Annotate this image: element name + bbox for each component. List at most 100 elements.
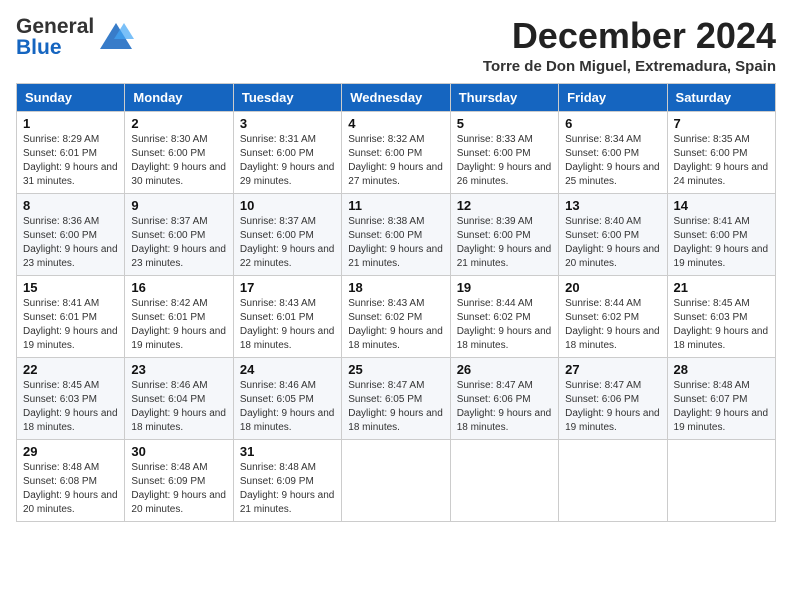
calendar-cell: 31 Sunrise: 8:48 AM Sunset: 6:09 PM Dayli… bbox=[233, 439, 341, 521]
day-number: 13 bbox=[565, 198, 660, 213]
week-row-1: 1Sunrise: 8:29 AM Sunset: 6:01 PM Daylig… bbox=[17, 111, 776, 193]
cell-info: Sunrise: 8:48 AM Sunset: 6:09 PM Dayligh… bbox=[240, 461, 335, 517]
day-number: 11 bbox=[348, 198, 443, 213]
calendar-cell: 21 Sunrise: 8:45 AM Sunset: 6:03 PM Dayli… bbox=[667, 275, 775, 357]
day-number: 18 bbox=[348, 280, 443, 295]
day-number: 30 bbox=[131, 444, 226, 459]
day-number: 17 bbox=[240, 280, 335, 295]
day-number: 23 bbox=[131, 362, 226, 377]
day-number: 9 bbox=[131, 198, 226, 213]
calendar-cell: 15 Sunrise: 8:41 AM Sunset: 6:01 PM Dayli… bbox=[17, 275, 125, 357]
day-number: 25 bbox=[348, 362, 443, 377]
day-number: 6 bbox=[565, 116, 660, 131]
cell-info: Sunrise: 8:46 AM Sunset: 6:04 PM Dayligh… bbox=[131, 379, 226, 435]
cell-info: Sunrise: 8:41 AM Sunset: 6:01 PM Dayligh… bbox=[23, 297, 118, 353]
day-number: 22 bbox=[23, 362, 118, 377]
day-number: 26 bbox=[457, 362, 552, 377]
day-number: 2 bbox=[131, 116, 226, 131]
calendar-cell: 4 Sunrise: 8:32 AM Sunset: 6:00 PM Daylig… bbox=[342, 111, 450, 193]
cell-info: Sunrise: 8:41 AM Sunset: 6:00 PM Dayligh… bbox=[674, 215, 769, 271]
calendar-cell: 8Sunrise: 8:36 AM Sunset: 6:00 PM Daylig… bbox=[17, 193, 125, 275]
cell-info: Sunrise: 8:37 AM Sunset: 6:00 PM Dayligh… bbox=[240, 215, 335, 271]
cell-info: Sunrise: 8:44 AM Sunset: 6:02 PM Dayligh… bbox=[457, 297, 552, 353]
calendar-cell: 5 Sunrise: 8:33 AM Sunset: 6:00 PM Daylig… bbox=[450, 111, 558, 193]
day-number: 28 bbox=[674, 362, 769, 377]
day-number: 10 bbox=[240, 198, 335, 213]
calendar-cell: 3 Sunrise: 8:31 AM Sunset: 6:00 PM Daylig… bbox=[233, 111, 341, 193]
cell-info: Sunrise: 8:45 AM Sunset: 6:03 PM Dayligh… bbox=[674, 297, 769, 353]
logo-icon bbox=[98, 19, 134, 55]
month-title: December 2024 bbox=[483, 16, 776, 56]
cell-info: Sunrise: 8:48 AM Sunset: 6:08 PM Dayligh… bbox=[23, 461, 118, 517]
day-number: 31 bbox=[240, 444, 335, 459]
calendar-cell: 1Sunrise: 8:29 AM Sunset: 6:01 PM Daylig… bbox=[17, 111, 125, 193]
day-number: 20 bbox=[565, 280, 660, 295]
calendar-cell: 29 Sunrise: 8:48 AM Sunset: 6:08 PM Dayli… bbox=[17, 439, 125, 521]
weekday-header-row: SundayMondayTuesdayWednesdayThursdayFrid… bbox=[17, 83, 776, 111]
calendar-cell: 25 Sunrise: 8:47 AM Sunset: 6:05 PM Dayli… bbox=[342, 357, 450, 439]
cell-info: Sunrise: 8:40 AM Sunset: 6:00 PM Dayligh… bbox=[565, 215, 660, 271]
cell-info: Sunrise: 8:47 AM Sunset: 6:05 PM Dayligh… bbox=[348, 379, 443, 435]
day-number: 29 bbox=[23, 444, 118, 459]
day-number: 4 bbox=[348, 116, 443, 131]
cell-info: Sunrise: 8:38 AM Sunset: 6:00 PM Dayligh… bbox=[348, 215, 443, 271]
calendar-cell: 23 Sunrise: 8:46 AM Sunset: 6:04 PM Dayli… bbox=[125, 357, 233, 439]
day-number: 5 bbox=[457, 116, 552, 131]
day-number: 21 bbox=[674, 280, 769, 295]
cell-info: Sunrise: 8:33 AM Sunset: 6:00 PM Dayligh… bbox=[457, 133, 552, 189]
weekday-header-sunday: Sunday bbox=[17, 83, 125, 111]
calendar-cell bbox=[342, 439, 450, 521]
weekday-header-monday: Monday bbox=[125, 83, 233, 111]
cell-info: Sunrise: 8:31 AM Sunset: 6:00 PM Dayligh… bbox=[240, 133, 335, 189]
calendar-cell bbox=[667, 439, 775, 521]
calendar-cell: 30 Sunrise: 8:48 AM Sunset: 6:09 PM Dayli… bbox=[125, 439, 233, 521]
cell-info: Sunrise: 8:47 AM Sunset: 6:06 PM Dayligh… bbox=[457, 379, 552, 435]
calendar-cell: 11 Sunrise: 8:38 AM Sunset: 6:00 PM Dayli… bbox=[342, 193, 450, 275]
cell-info: Sunrise: 8:34 AM Sunset: 6:00 PM Dayligh… bbox=[565, 133, 660, 189]
calendar-cell: 14Sunrise: 8:41 AM Sunset: 6:00 PM Dayli… bbox=[667, 193, 775, 275]
weekday-header-thursday: Thursday bbox=[450, 83, 558, 111]
cell-info: Sunrise: 8:45 AM Sunset: 6:03 PM Dayligh… bbox=[23, 379, 118, 435]
cell-info: Sunrise: 8:30 AM Sunset: 6:00 PM Dayligh… bbox=[131, 133, 226, 189]
calendar-cell: 27Sunrise: 8:47 AM Sunset: 6:06 PM Dayli… bbox=[559, 357, 667, 439]
calendar-cell: 28Sunrise: 8:48 AM Sunset: 6:07 PM Dayli… bbox=[667, 357, 775, 439]
calendar-cell: 6 Sunrise: 8:34 AM Sunset: 6:00 PM Daylig… bbox=[559, 111, 667, 193]
weekday-header-wednesday: Wednesday bbox=[342, 83, 450, 111]
calendar-cell: 17Sunrise: 8:43 AM Sunset: 6:01 PM Dayli… bbox=[233, 275, 341, 357]
logo-general: General bbox=[16, 15, 94, 38]
cell-info: Sunrise: 8:46 AM Sunset: 6:05 PM Dayligh… bbox=[240, 379, 335, 435]
cell-info: Sunrise: 8:44 AM Sunset: 6:02 PM Dayligh… bbox=[565, 297, 660, 353]
cell-info: Sunrise: 8:48 AM Sunset: 6:09 PM Dayligh… bbox=[131, 461, 226, 517]
day-number: 27 bbox=[565, 362, 660, 377]
cell-info: Sunrise: 8:43 AM Sunset: 6:02 PM Dayligh… bbox=[348, 297, 443, 353]
calendar-cell: 22 Sunrise: 8:45 AM Sunset: 6:03 PM Dayli… bbox=[17, 357, 125, 439]
cell-info: Sunrise: 8:36 AM Sunset: 6:00 PM Dayligh… bbox=[23, 215, 118, 271]
day-number: 15 bbox=[23, 280, 118, 295]
calendar-cell bbox=[450, 439, 558, 521]
logo-blue: Blue bbox=[16, 36, 62, 59]
cell-info: Sunrise: 8:39 AM Sunset: 6:00 PM Dayligh… bbox=[457, 215, 552, 271]
week-row-3: 15 Sunrise: 8:41 AM Sunset: 6:01 PM Dayli… bbox=[17, 275, 776, 357]
calendar-cell: 18 Sunrise: 8:43 AM Sunset: 6:02 PM Dayli… bbox=[342, 275, 450, 357]
calendar-cell: 9 Sunrise: 8:37 AM Sunset: 6:00 PM Daylig… bbox=[125, 193, 233, 275]
calendar-cell: 7Sunrise: 8:35 AM Sunset: 6:00 PM Daylig… bbox=[667, 111, 775, 193]
weekday-header-friday: Friday bbox=[559, 83, 667, 111]
day-number: 24 bbox=[240, 362, 335, 377]
calendar-cell: 19 Sunrise: 8:44 AM Sunset: 6:02 PM Dayli… bbox=[450, 275, 558, 357]
cell-info: Sunrise: 8:37 AM Sunset: 6:00 PM Dayligh… bbox=[131, 215, 226, 271]
cell-info: Sunrise: 8:42 AM Sunset: 6:01 PM Dayligh… bbox=[131, 297, 226, 353]
calendar-table: SundayMondayTuesdayWednesdayThursdayFrid… bbox=[16, 83, 776, 522]
weekday-header-tuesday: Tuesday bbox=[233, 83, 341, 111]
day-number: 19 bbox=[457, 280, 552, 295]
cell-info: Sunrise: 8:32 AM Sunset: 6:00 PM Dayligh… bbox=[348, 133, 443, 189]
location: Torre de Don Miguel, Extremadura, Spain bbox=[483, 58, 776, 75]
day-number: 3 bbox=[240, 116, 335, 131]
day-number: 16 bbox=[131, 280, 226, 295]
calendar-cell: 16 Sunrise: 8:42 AM Sunset: 6:01 PM Dayli… bbox=[125, 275, 233, 357]
cell-info: Sunrise: 8:29 AM Sunset: 6:01 PM Dayligh… bbox=[23, 133, 118, 189]
calendar-cell: 2 Sunrise: 8:30 AM Sunset: 6:00 PM Daylig… bbox=[125, 111, 233, 193]
logo: General Blue bbox=[16, 16, 134, 58]
week-row-2: 8Sunrise: 8:36 AM Sunset: 6:00 PM Daylig… bbox=[17, 193, 776, 275]
calendar-cell: 12Sunrise: 8:39 AM Sunset: 6:00 PM Dayli… bbox=[450, 193, 558, 275]
page-header: General Blue December 2024 Torre de Don … bbox=[16, 16, 776, 75]
